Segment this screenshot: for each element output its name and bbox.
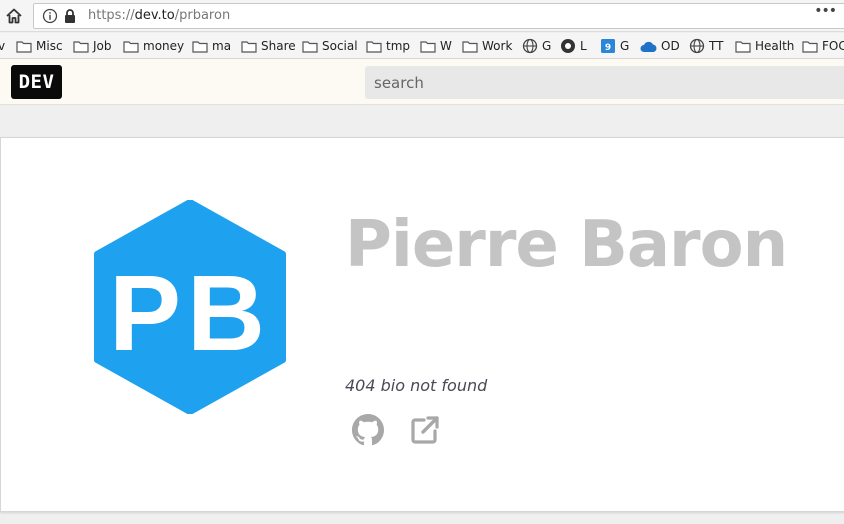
url-scheme: https:// — [88, 8, 135, 23]
info-icon[interactable] — [42, 8, 58, 24]
folder-icon — [123, 40, 139, 53]
bookmark-item[interactable]: TT — [689, 37, 723, 55]
bookmark-item[interactable]: G — [522, 37, 551, 55]
folder-icon — [302, 40, 318, 53]
bookmark-item[interactable]: 9 G — [600, 37, 629, 55]
folder-icon — [192, 40, 208, 53]
url-field[interactable]: https://dev.to/prbaron — [33, 3, 844, 29]
bookmark-item[interactable]: Share — [241, 37, 296, 55]
bookmark-item[interactable]: Work — [462, 37, 512, 55]
site-header: DEV — [0, 59, 844, 105]
avatar-initials: PB — [109, 252, 271, 373]
bookmark-label: W — [440, 39, 452, 53]
bookmark-label: v — [0, 39, 5, 53]
bookmark-item[interactable]: Job — [73, 37, 112, 55]
bookmark-label: Misc — [36, 39, 63, 53]
browser-url-bar: https://dev.to/prbaron ••• — [0, 0, 844, 32]
bookmark-label: FOC — [822, 39, 844, 53]
bookmark-item[interactable]: Social — [302, 37, 358, 55]
folder-icon — [16, 40, 32, 53]
bookmark-label: G — [620, 39, 630, 53]
bookmark-label: G — [542, 39, 552, 53]
profile-card: PB Pierre Baron 404 bio not found — [0, 137, 844, 512]
bookmark-item[interactable]: L — [560, 37, 587, 55]
folder-icon — [73, 40, 89, 53]
url-text[interactable]: https://dev.to/prbaron — [88, 8, 230, 23]
bookmark-label: tmp — [386, 39, 411, 53]
profile-bio: 404 bio not found — [345, 376, 488, 395]
bookmark-item[interactable]: money — [123, 37, 184, 55]
home-icon[interactable] — [4, 6, 24, 26]
bookmark-item[interactable]: v — [0, 37, 5, 55]
bookmark-item[interactable]: W — [420, 37, 452, 55]
search-input[interactable] — [365, 66, 844, 99]
bookmark-label: money — [143, 39, 185, 53]
folder-icon — [462, 40, 478, 53]
profile-name: Pierre Baron — [345, 208, 788, 282]
bookmark-label: Work — [482, 39, 513, 53]
folder-icon — [420, 40, 436, 53]
bookmark-item[interactable]: Health — [735, 37, 794, 55]
external-link-icon[interactable] — [409, 414, 441, 446]
cloud-icon — [640, 41, 657, 52]
dev-logo[interactable]: DEV — [11, 65, 62, 99]
bookmark-label: Share — [261, 39, 296, 53]
site-icon — [561, 39, 575, 53]
bookmark-item[interactable]: Misc — [16, 37, 63, 55]
calendar-icon: 9 — [601, 39, 615, 53]
lock-icon[interactable] — [63, 8, 77, 24]
avatar: PB — [94, 200, 286, 414]
bookmark-label: OD — [661, 39, 680, 53]
bookmark-item[interactable]: tmp — [366, 37, 410, 55]
bookmark-label: Social — [322, 39, 358, 53]
url-path: /prbaron — [174, 8, 231, 23]
bookmark-item[interactable]: ma — [192, 37, 231, 55]
folder-icon — [735, 40, 751, 53]
bookmark-label: ma — [212, 39, 232, 53]
folder-icon — [241, 40, 257, 53]
github-icon[interactable] — [352, 414, 384, 446]
bookmark-label: Health — [755, 39, 795, 53]
bookmark-label: Job — [93, 39, 112, 53]
folder-icon — [802, 40, 818, 53]
bookmarks-bar: v Misc Job money ma Share Social tmp W W… — [0, 33, 844, 59]
bookmark-item[interactable]: FOC — [802, 37, 844, 55]
bookmark-label: TT — [709, 39, 724, 53]
bookmark-label: L — [580, 39, 587, 53]
globe-icon — [689, 38, 705, 54]
url-host: dev.to — [134, 8, 175, 23]
folder-icon — [366, 40, 382, 53]
globe-icon — [522, 38, 538, 54]
page-actions-menu-icon[interactable]: ••• — [814, 3, 837, 19]
svg-text:9: 9 — [605, 43, 611, 53]
bookmark-item[interactable]: OD — [640, 37, 680, 55]
